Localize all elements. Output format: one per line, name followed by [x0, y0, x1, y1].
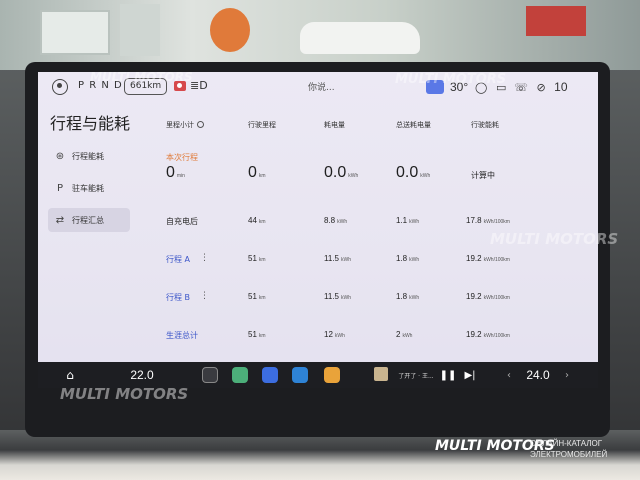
cell-energy: 12 kWh	[324, 330, 345, 339]
cell-distance: 51 km	[248, 330, 266, 339]
cell-total-energy: 2 kWh	[396, 330, 413, 339]
driver-temp[interactable]: 22.0	[122, 366, 162, 384]
background-toy	[210, 8, 250, 52]
voice-prompt[interactable]: 你说...	[308, 80, 335, 93]
cell-distance: 51 km	[248, 254, 266, 263]
cell-distance: 51 km	[248, 292, 266, 301]
passenger-temp[interactable]: 24.0	[520, 366, 556, 384]
cell-energy: 8.8 kWh	[324, 216, 348, 225]
background-window	[40, 10, 110, 55]
cell-total-energy: 1.1 kWh	[396, 216, 420, 225]
cell-consumption: 17.8 kWh/100km	[466, 216, 510, 225]
sidebar-item-label: 行程能耗	[72, 151, 104, 161]
footer-line-2: ЭЛЕКТРОМОБИЛЕЙ	[530, 450, 608, 459]
background-pillar	[120, 4, 160, 56]
trip-total-energy: 0.0 kWh	[396, 164, 431, 181]
media-title[interactable]: 了开了 · 王...	[394, 366, 438, 384]
table-row: 自充电后 44 km 8.8 kWh 1.1 kWh 17.8 kWh/100km	[166, 216, 586, 230]
sidebar-item-label: 驻车能耗	[72, 183, 104, 193]
trip-energy: 0.0 kWh	[324, 164, 359, 181]
watermark-logo: MULTI MOTORS	[60, 385, 189, 403]
parking-icon: P	[56, 182, 64, 194]
watermark-logo: MULTI MOTORS	[490, 230, 619, 248]
trip-distance: 0 km	[248, 164, 266, 181]
sidebar-item-label: 行程汇总	[72, 215, 104, 225]
page-title: 行程与能耗	[50, 114, 131, 133]
headlight-icon[interactable]: ≣D	[190, 79, 208, 92]
sidebar-item-trip-energy[interactable]: ⊛ 行程能耗	[48, 144, 130, 168]
more-options-icon[interactable]: ⋮	[200, 253, 209, 263]
header-energy-used: 耗电量	[324, 121, 345, 129]
settings-app-icon[interactable]	[202, 367, 218, 383]
background-scene	[0, 0, 640, 70]
swap-icon: ⇄	[55, 214, 65, 226]
cell-consumption: 19.2 kWh/100km	[466, 254, 510, 263]
trip-consumption: 计算中	[471, 171, 495, 180]
cell-consumption: 19.2 kWh/100km	[466, 292, 510, 301]
info-icon[interactable]	[197, 121, 204, 128]
row-label: 行程 B	[166, 293, 191, 302]
video-app-icon[interactable]	[262, 367, 278, 383]
temp-down-icon[interactable]: ‹	[504, 366, 514, 384]
header-consumption: 行驶能耗	[471, 121, 499, 129]
background-sign	[526, 6, 586, 36]
pause-icon[interactable]: ❚❚	[440, 366, 457, 384]
header-total-energy: 总送耗电量	[396, 121, 431, 129]
more-options-icon[interactable]: ⋮	[200, 291, 209, 301]
cell-energy: 11.5 kWh	[324, 292, 351, 301]
sidebar-nav: ⊛ 行程能耗 P 驻车能耗 ⇄ 行程汇总	[48, 144, 130, 240]
avatar-icon[interactable]	[52, 79, 68, 95]
battery-level: 10	[554, 80, 568, 94]
cell-total-energy: 1.8 kWh	[396, 254, 420, 263]
sidebar-item-trip-summary[interactable]: ⇄ 行程汇总	[48, 208, 130, 232]
watermark-logo: MULTI MOTORS	[90, 70, 193, 84]
table-header: 里程小计 行驶里程 耗电量 总送耗电量 行驶能耗	[166, 120, 586, 132]
watermark-logo: MULTI MOTORS	[395, 72, 507, 87]
notes-app-icon[interactable]	[292, 367, 308, 383]
cell-energy: 11.5 kWh	[324, 254, 351, 263]
row-label: 自充电后	[166, 217, 198, 226]
signal-off-icon[interactable]: ⊘	[534, 81, 548, 94]
cell-consumption: 19.2 kWh/100km	[466, 330, 510, 339]
row-label: 行程 A	[166, 255, 191, 264]
table-row: 生涯总计 51 km 12 kWh 2 kWh 19.2 kWh/100km	[166, 330, 586, 344]
trip-duration: 0 min	[166, 164, 185, 181]
header-trip-subtotal: 里程小计	[166, 120, 204, 130]
steering-wheel-icon: ⊛	[55, 150, 65, 162]
background-car	[300, 22, 420, 54]
next-track-icon[interactable]: ▶|	[464, 366, 476, 384]
sidebar-item-parking-energy[interactable]: P 驻车能耗	[48, 176, 130, 200]
apps-grid-icon[interactable]	[324, 367, 340, 383]
header-distance: 行驶里程	[248, 121, 276, 129]
table-row: 本次行程 0 min 0 km 0.0 kWh 0.0 kWh 计算中	[166, 152, 586, 182]
album-art[interactable]	[374, 367, 388, 381]
cell-total-energy: 1.8 kWh	[396, 292, 420, 301]
footer-caption: ОНЛАЙН-КАТАЛОГ ЭЛЕКТРОМОБИЛЕЙ	[530, 438, 607, 460]
maps-app-icon[interactable]	[232, 367, 248, 383]
row-label: 生涯总计	[166, 331, 198, 340]
footer-line-1: ОНЛАЙН-КАТАЛОГ	[530, 439, 603, 448]
table-row[interactable]: 行程 A ⋮ 51 km 11.5 kWh 1.8 kWh 19.2 kWh/100km	[166, 253, 586, 268]
row-label: 本次行程	[166, 153, 198, 162]
phone-icon[interactable]: ☏	[514, 81, 528, 94]
cell-distance: 44 km	[248, 216, 266, 225]
table-row[interactable]: 行程 B ⋮ 51 km 11.5 kWh 1.8 kWh 19.2 kWh/100km	[166, 291, 586, 306]
temp-up-icon[interactable]: ›	[562, 366, 572, 384]
home-icon[interactable]: ⌂	[62, 366, 78, 384]
